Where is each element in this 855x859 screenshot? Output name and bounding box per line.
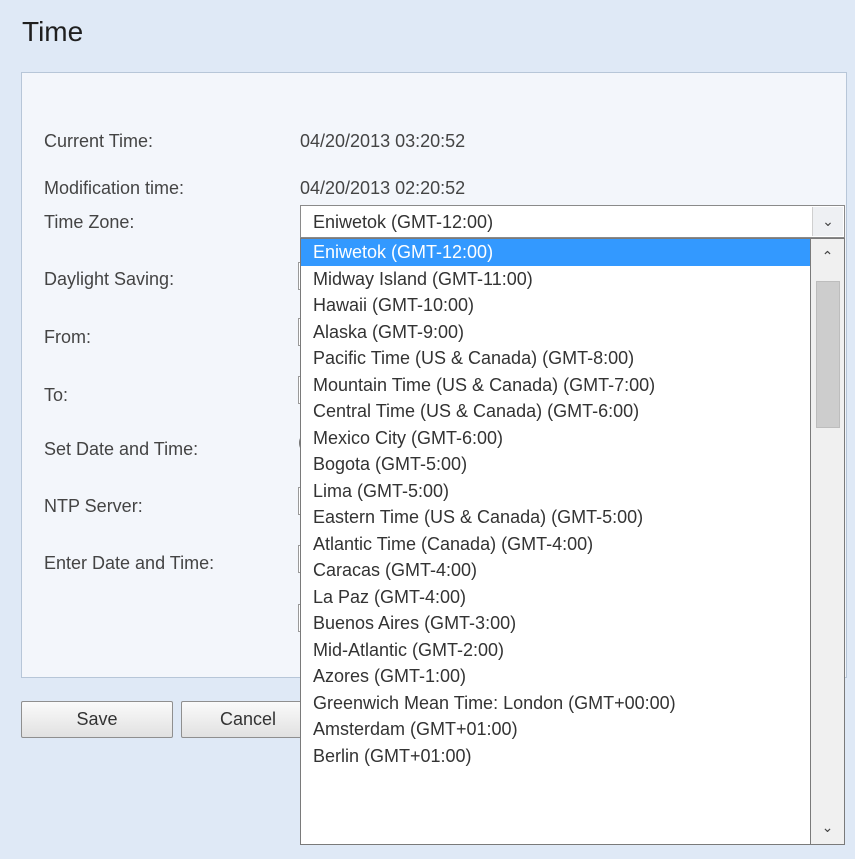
time-zone-dropdown-list[interactable]: Eniwetok (GMT-12:00) Midway Island (GMT-1… [300,238,811,845]
enter-date-time-label: Enter Date and Time: [44,553,215,573]
time-zone-option[interactable]: Buenos Aires (GMT-3:00) [301,610,810,637]
time-zone-option[interactable]: Berlin (GMT+01:00) [301,743,810,770]
time-zone-option[interactable]: Pacific Time (US & Canada) (GMT-8:00) [301,345,810,372]
scrollbar-thumb[interactable] [816,281,840,428]
time-zone-option[interactable]: Azores (GMT-1:00) [301,663,810,690]
chevron-down-icon[interactable]: ⌄ [812,207,843,236]
dropdown-scrollbar[interactable]: ⌃ ⌄ [811,238,845,845]
current-time-value: 04/20/2013 03:20:52 [300,131,466,151]
time-zone-option[interactable]: Lima (GMT-5:00) [301,478,810,505]
daylight-saving-label: Daylight Saving: [44,269,175,289]
time-zone-option[interactable]: Midway Island (GMT-11:00) [301,266,810,293]
time-zone-option[interactable]: Greenwich Mean Time: London (GMT+00:00) [301,690,810,717]
from-label: From: [44,327,91,347]
chevron-down-icon[interactable]: ⌄ [811,810,844,844]
time-zone-label: Time Zone: [44,212,135,232]
time-zone-option[interactable]: Caracas (GMT-4:00) [301,557,810,584]
save-button[interactable]: Save [21,701,173,738]
set-date-time-label: Set Date and Time: [44,439,199,459]
modification-time-label: Modification time: [44,178,185,198]
to-label: To: [44,385,69,405]
time-zone-select[interactable]: Eniwetok (GMT-12:00) ⌄ [300,205,845,238]
time-zone-option[interactable]: Central Time (US & Canada) (GMT-6:00) [301,398,810,425]
ntp-server-label: NTP Server: [44,496,143,516]
time-zone-option[interactable]: Alaska (GMT-9:00) [301,319,810,346]
time-zone-option[interactable]: Mexico City (GMT-6:00) [301,425,810,452]
modification-time-value: 04/20/2013 02:20:52 [300,178,466,198]
page-title: Time [22,16,84,47]
time-zone-option[interactable]: Mountain Time (US & Canada) (GMT-7:00) [301,372,810,399]
time-zone-option[interactable]: Hawaii (GMT-10:00) [301,292,810,319]
time-zone-option[interactable]: Eastern Time (US & Canada) (GMT-5:00) [301,504,810,531]
time-zone-option[interactable]: Amsterdam (GMT+01:00) [301,716,810,743]
time-zone-options: Eniwetok (GMT-12:00) Midway Island (GMT-1… [301,239,810,769]
current-time-label: Current Time: [44,131,154,151]
time-zone-selected-value: Eniwetok (GMT-12:00) [313,212,494,232]
time-zone-option[interactable]: Bogota (GMT-5:00) [301,451,810,478]
chevron-up-icon[interactable]: ⌃ [811,239,844,273]
time-zone-option[interactable]: Atlantic Time (Canada) (GMT-4:00) [301,531,810,558]
time-zone-option[interactable]: Mid-Atlantic (GMT-2:00) [301,637,810,664]
time-zone-option[interactable]: Eniwetok (GMT-12:00) [301,239,810,266]
time-zone-option[interactable]: La Paz (GMT-4:00) [301,584,810,611]
